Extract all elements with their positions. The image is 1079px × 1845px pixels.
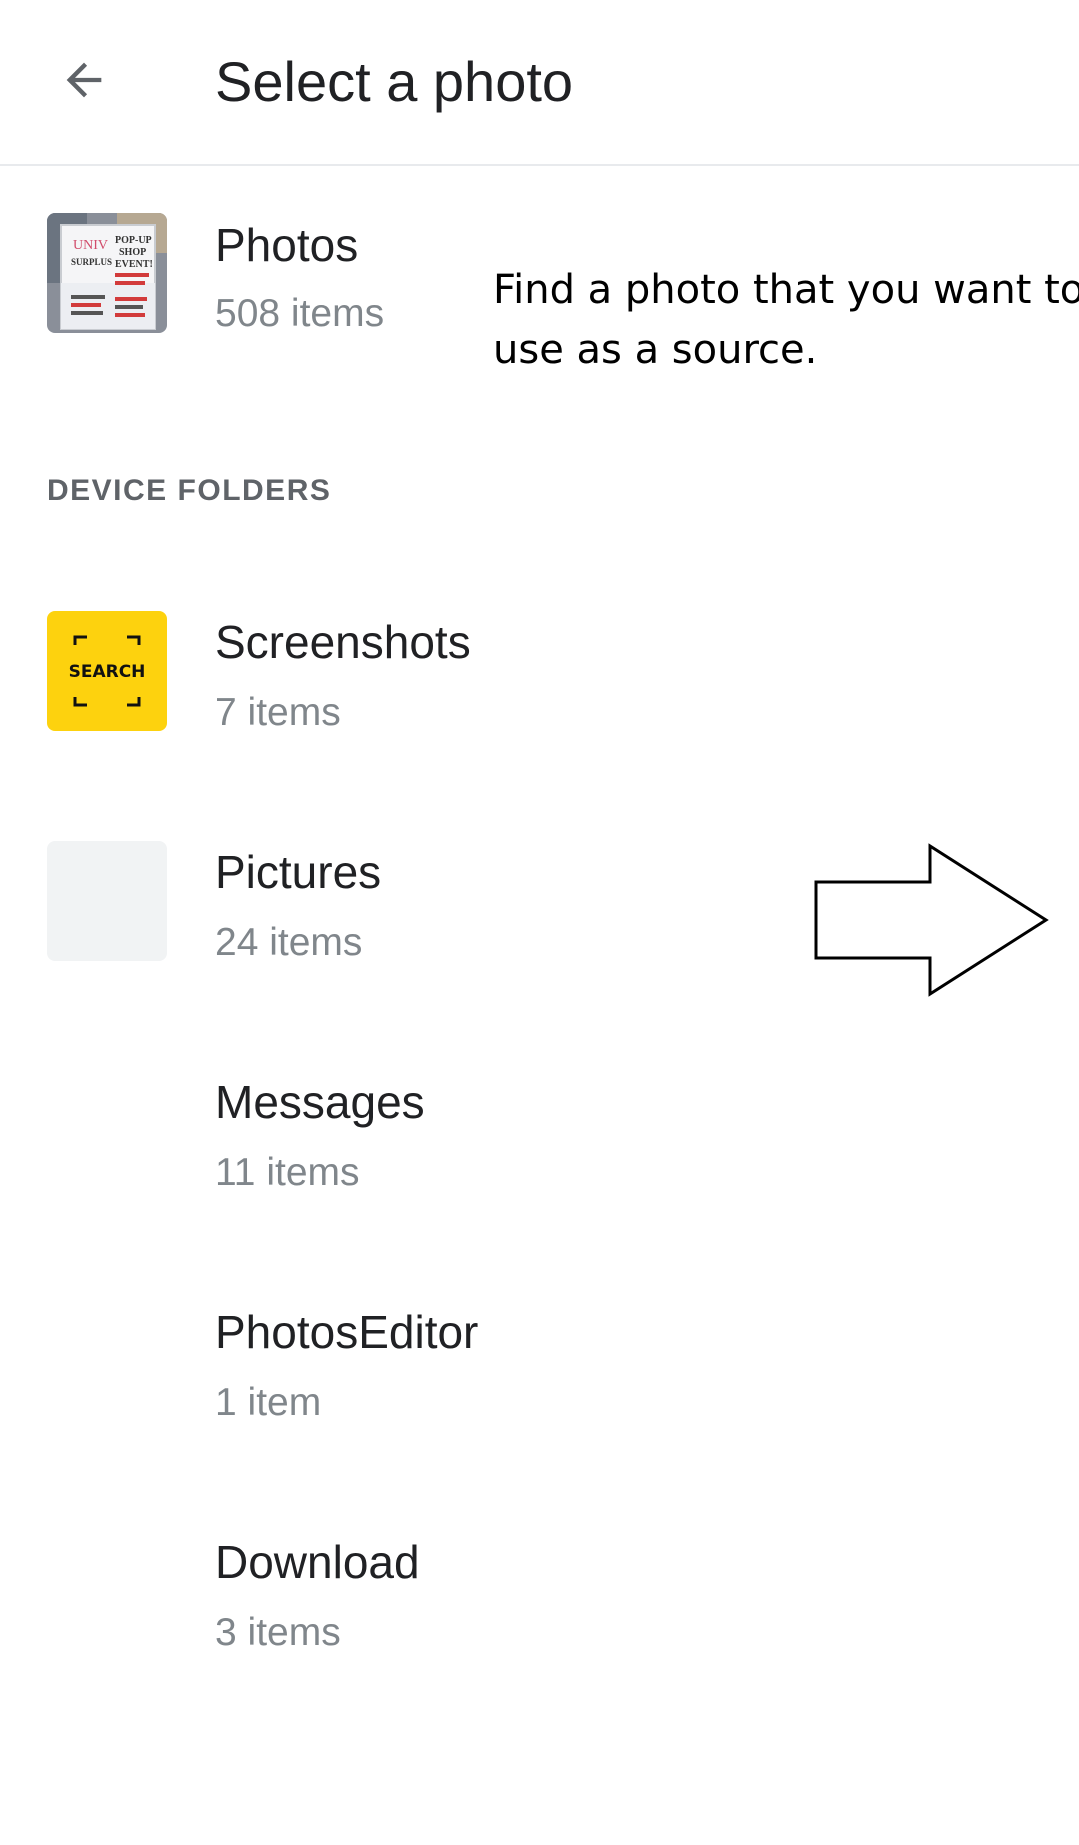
- folder-row-screenshots[interactable]: SEARCH Screenshots 7 items: [0, 611, 1079, 771]
- poster-univ-text: UNIV: [73, 238, 108, 253]
- pictures-thumbnail: [47, 841, 167, 961]
- folder-count-pictures: 24 items: [215, 921, 363, 964]
- photos-album-count: 508 items: [215, 292, 385, 335]
- right-arrow-annotation-icon: [814, 843, 1049, 997]
- folder-title-pictures: Pictures: [215, 846, 382, 898]
- folder-row-photoseditor[interactable]: PhotosEditor 1 item: [0, 1301, 1079, 1461]
- folder-title-screenshots: Screenshots: [215, 616, 471, 668]
- page-title: Select a photo: [215, 50, 574, 113]
- folder-count-messages: 11 items: [215, 1151, 360, 1194]
- poster-shop-text: SHOP: [119, 247, 146, 258]
- app-bar: Select a photo: [0, 0, 1079, 166]
- poster-event-text: EVENT!: [115, 259, 153, 270]
- screenshots-thumbnail: SEARCH: [47, 611, 167, 731]
- folder-row-download[interactable]: Download 3 items: [0, 1531, 1079, 1691]
- search-logo-text: SEARCH: [69, 662, 146, 682]
- folder-count-screenshots: 7 items: [215, 691, 341, 734]
- photos-album-title: Photos: [215, 219, 359, 271]
- arrow-back-icon: [66, 62, 102, 98]
- instruction-annotation: Find a photo that you want to use as a s…: [493, 260, 1079, 380]
- folder-row-messages[interactable]: Messages 11 items: [0, 1071, 1079, 1231]
- folder-title-photoseditor: PhotosEditor: [215, 1306, 479, 1358]
- back-button[interactable]: [44, 40, 124, 120]
- device-folders-header: DEVICE FOLDERS: [47, 474, 332, 507]
- annotation-line-2: use as a source.: [493, 327, 818, 373]
- annotation-line-1: Find a photo that you want to: [493, 267, 1079, 313]
- folder-title-messages: Messages: [215, 1076, 425, 1128]
- poster-popup-text: POP-UP: [115, 235, 152, 246]
- photos-thumbnail: UNIV SURPLUS POP-UP SHOP EVENT!: [47, 213, 167, 333]
- folder-title-download: Download: [215, 1536, 420, 1588]
- poster-surplus-text: SURPLUS: [71, 257, 112, 267]
- folder-count-photoseditor: 1 item: [215, 1381, 322, 1424]
- folder-count-download: 3 items: [215, 1611, 341, 1654]
